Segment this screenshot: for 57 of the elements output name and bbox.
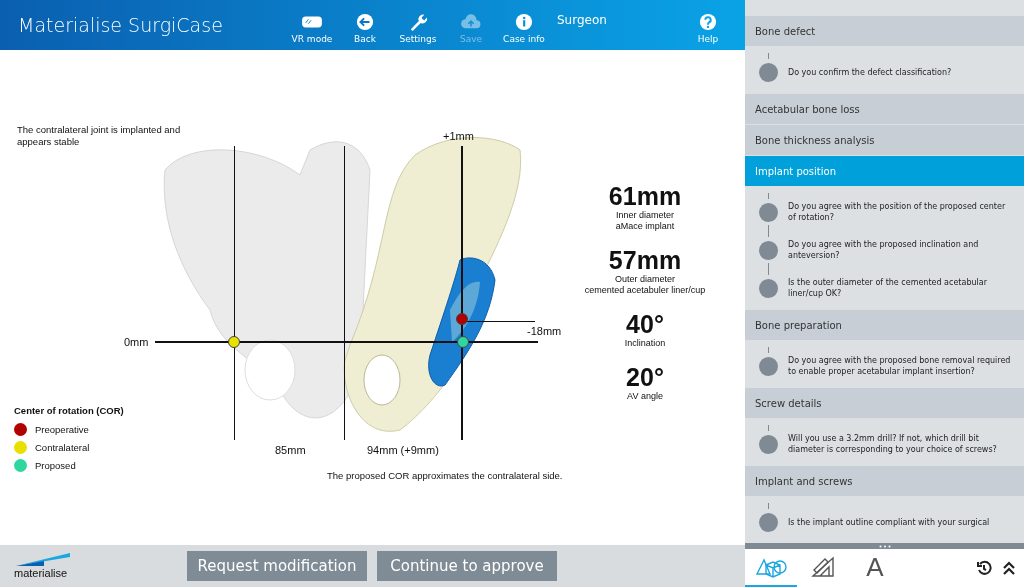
status-circle bbox=[759, 512, 778, 532]
cloud-upload-icon bbox=[460, 12, 482, 31]
section-header[interactable]: Bone preparation bbox=[745, 310, 1024, 340]
section-header[interactable]: Implant and screws bbox=[745, 466, 1024, 496]
metric-value: 61mm bbox=[608, 182, 682, 210]
measurement-label: +1mm bbox=[443, 130, 474, 142]
status-circle bbox=[759, 202, 778, 222]
text-tool-tab[interactable]: A bbox=[849, 549, 901, 587]
metric-label: Inner diameter bbox=[615, 210, 674, 221]
metric-label: cemented acetabuler liner/cup bbox=[584, 285, 706, 296]
collapse-up-icon[interactable] bbox=[1002, 560, 1016, 576]
settings-button[interactable]: Settings bbox=[392, 6, 444, 44]
legend-label: Proposed bbox=[35, 460, 76, 471]
measurement-label: -18mm bbox=[527, 325, 562, 337]
status-circle bbox=[759, 434, 778, 454]
legend-label: Contralateral bbox=[35, 442, 90, 453]
info-button[interactable]: Case info bbox=[498, 6, 550, 44]
measurement-label: 0mm bbox=[124, 336, 149, 348]
vr-button[interactable]: VR mode bbox=[286, 6, 338, 44]
question-text[interactable]: Will you use a 3.2mm drill? If not, which drill bit diameter is corresponding to your choice of screws? bbox=[788, 433, 1014, 455]
legend-label: Preoperative bbox=[35, 424, 89, 435]
back-icon bbox=[354, 12, 376, 31]
measurement-label: 94mm (+9mm) bbox=[367, 444, 439, 456]
section-header[interactable]: Bone defect bbox=[745, 16, 1024, 46]
question-text[interactable]: Do you confirm the defect classification? bbox=[788, 66, 952, 78]
caption-text: The proposed COR approximates the contralateral side. bbox=[327, 470, 563, 481]
section-header[interactable]: Acetabular bone loss bbox=[745, 94, 1024, 124]
measurement-label: 85mm bbox=[275, 444, 306, 456]
help-icon bbox=[697, 12, 719, 31]
metric-value: 40° bbox=[626, 310, 664, 338]
note-text: The contralateral joint is implanted and appears stable bbox=[17, 124, 182, 148]
role-label: Surgeon bbox=[557, 13, 607, 27]
materialise-logo: materialise bbox=[14, 553, 187, 579]
undo-icon[interactable] bbox=[976, 560, 992, 576]
metric-label: AV angle bbox=[627, 391, 663, 402]
status-circle bbox=[759, 240, 778, 260]
metric-label: Outer diameter bbox=[614, 274, 675, 285]
info-icon bbox=[513, 12, 535, 31]
question-text[interactable]: Is the outer diameter of the cemented acetabular liner/cup OK? bbox=[788, 277, 1014, 299]
question-text[interactable]: Do you agree with the proposed bone removal required to enable proper acetabular implant insertion? bbox=[788, 355, 1014, 377]
shapes-icon bbox=[755, 556, 787, 578]
resize-handle[interactable] bbox=[745, 543, 1024, 549]
status-circle bbox=[759, 62, 778, 82]
metric-label: Inclination bbox=[624, 338, 666, 349]
section-header[interactable]: Screw details bbox=[745, 388, 1024, 418]
status-circle bbox=[759, 278, 778, 298]
question-text[interactable]: Do you agree with the proposed inclination and anteversion? bbox=[788, 239, 1014, 261]
metric-value: 57mm bbox=[608, 246, 682, 274]
section-header[interactable]: Bone thickness analysis bbox=[745, 125, 1024, 155]
question-text[interactable]: Do you agree with the position of the proposed center of rotation? bbox=[788, 201, 1014, 223]
back-button[interactable]: Back bbox=[339, 6, 391, 44]
status-circle bbox=[759, 356, 778, 376]
app-title: Materialise SurgiCase bbox=[18, 14, 224, 36]
metric-label: aMace implant bbox=[615, 221, 675, 232]
metric-value: 20° bbox=[626, 363, 664, 391]
legend-title: Center of rotation (COR) bbox=[14, 405, 124, 416]
question-text[interactable]: Is the implant outline compliant with your surgical bbox=[788, 516, 990, 528]
